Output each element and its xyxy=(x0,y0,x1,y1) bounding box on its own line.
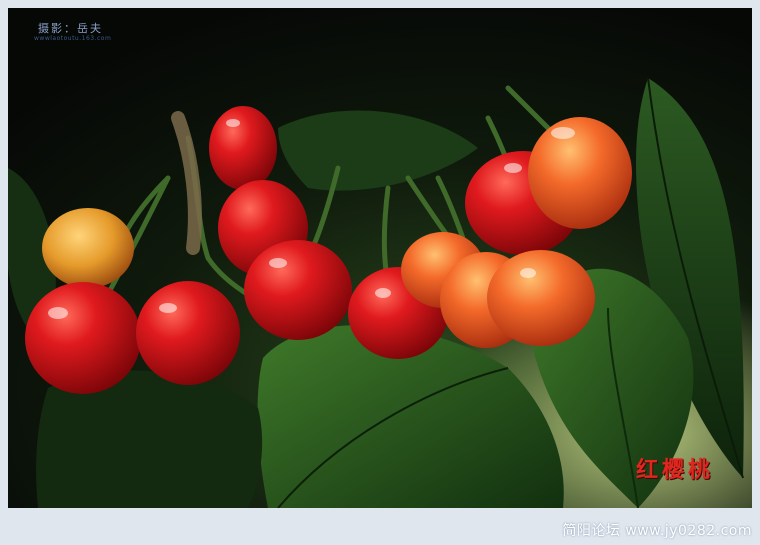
cherry xyxy=(25,282,141,394)
forum-watermark: 简阳论坛 www.jy0282.com xyxy=(562,523,752,539)
cherry xyxy=(244,240,352,340)
photo-frame: 摄影：岳夫 wwwlaotoutu.163.com 红樱桃 xyxy=(8,8,752,508)
cherry xyxy=(136,281,240,385)
cherry-photo xyxy=(8,8,752,508)
cherry xyxy=(487,250,595,346)
cherry xyxy=(209,106,277,190)
cherry xyxy=(42,208,134,288)
photo-credit: 摄影：岳夫 xyxy=(38,22,103,35)
cherry xyxy=(528,117,632,229)
photo-credit-subtext: wwwlaotoutu.163.com xyxy=(34,35,112,42)
photo-caption: 红樱桃 xyxy=(635,457,714,483)
